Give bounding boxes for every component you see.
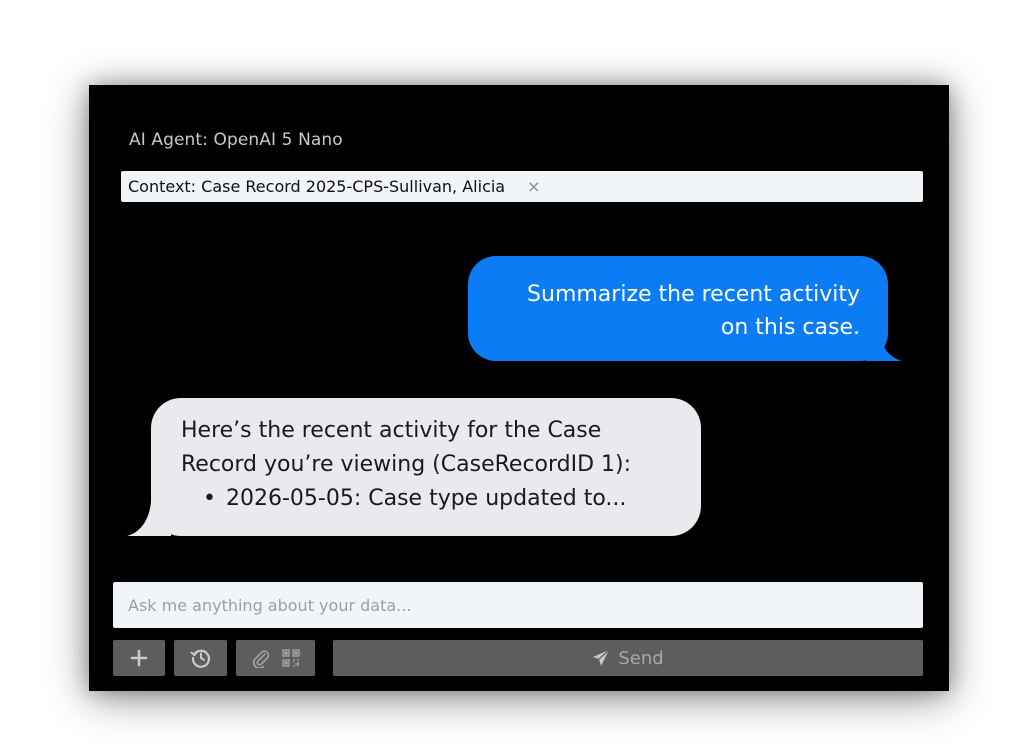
user-message-line: on this case. [720, 315, 860, 340]
send-label: Send [618, 647, 664, 669]
new-chat-button[interactable] [113, 640, 165, 676]
close-icon[interactable]: × [527, 178, 540, 195]
attach-button[interactable] [236, 640, 315, 676]
assistant-bullet-item: 2026-05-05: Case type updated to... [203, 482, 671, 516]
assistant-message-line: Record you’re viewing (CaseRecordID 1): [181, 452, 632, 477]
send-button[interactable]: Send [333, 640, 923, 676]
assistant-message-bubble: Here’s the recent activity for the Case … [127, 398, 701, 536]
chat-panel: AI Agent: OpenAI 5 Nano Context: Case Re… [89, 85, 949, 691]
assistant-message-line: Here’s the recent activity for the Case [181, 418, 602, 443]
send-icon [592, 649, 610, 667]
history-icon [190, 647, 212, 669]
plus-icon [130, 649, 148, 667]
context-chip: Context: Case Record 2025-CPS-Sullivan, … [121, 171, 923, 202]
bubble-tail-icon [866, 333, 902, 361]
context-label: Context: Case Record 2025-CPS-Sullivan, … [128, 177, 506, 196]
qr-code-icon [281, 649, 300, 667]
user-message-bubble: Summarize the recent activity on this ca… [468, 256, 902, 361]
ask-input[interactable] [113, 582, 923, 628]
paperclip-icon [252, 648, 270, 668]
user-message-line: Summarize the recent activity [527, 282, 860, 307]
bubble-tail-icon [127, 502, 171, 536]
assistant-bullet-list: 2026-05-05: Case type updated to... [181, 482, 671, 516]
agent-title: AI Agent: OpenAI 5 Nano [129, 130, 343, 150]
history-button[interactable] [174, 640, 227, 676]
